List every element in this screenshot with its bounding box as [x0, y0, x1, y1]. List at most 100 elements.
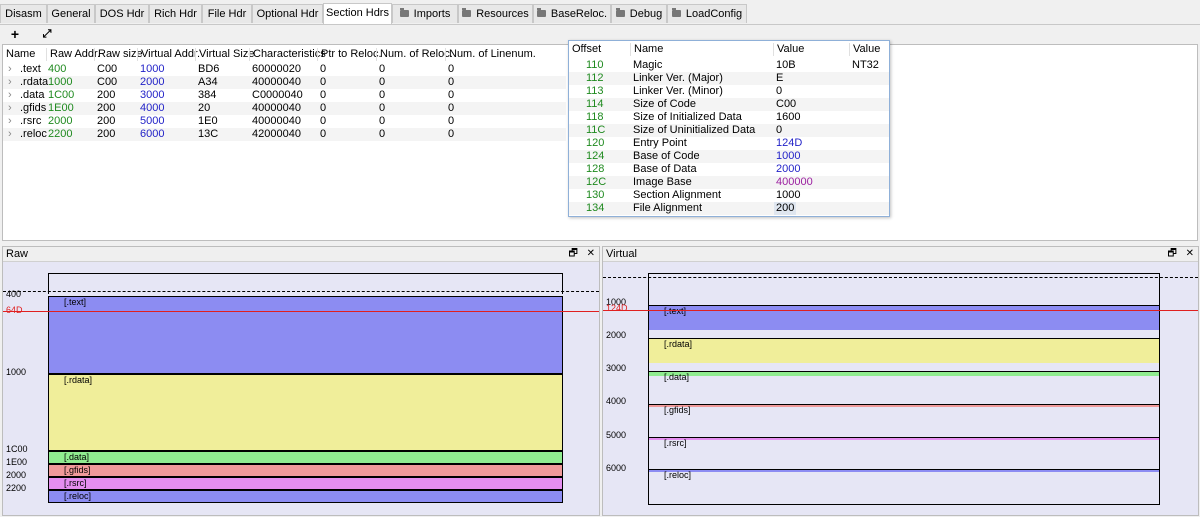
popup-value[interactable]: 0: [776, 124, 782, 137]
tab-optional-hdr[interactable]: Optional Hdr: [252, 4, 323, 23]
popup-row[interactable]: 120 Entry Point 124D: [569, 137, 889, 150]
col-header-virtual-addr[interactable]: Virtual Addr.: [137, 48, 200, 61]
popup-value[interactable]: 0: [776, 85, 782, 98]
table-row[interactable]: › .text 400 C00 1000 BD6 60000020 0 0 0: [3, 63, 566, 76]
raw-section-label: [.text]: [64, 297, 87, 307]
col-header-ptr-reloc[interactable]: Ptr to Reloc.: [317, 48, 382, 61]
tab-loadconfig[interactable]: LoadConfig: [667, 4, 747, 23]
virtual-section-block[interactable]: [.text]: [649, 305, 1159, 330]
col-header-virtual-size[interactable]: Virtual Size: [195, 48, 254, 61]
col-header-num-reloc[interactable]: Num. of Reloc.: [376, 48, 453, 61]
popup-value[interactable]: 1600: [776, 111, 800, 124]
expand-chevron-icon[interactable]: ›: [8, 115, 12, 128]
close-icon[interactable]: ✕: [1186, 248, 1194, 259]
restore-icon[interactable]: 🗗: [568, 248, 577, 259]
close-icon[interactable]: ✕: [587, 248, 595, 259]
tab-general[interactable]: General: [47, 4, 95, 23]
raw-section-block[interactable]: [.data]: [48, 451, 563, 464]
cell-virt-size: A34: [198, 76, 218, 88]
popup-value[interactable]: E: [776, 72, 783, 85]
raw-section-block[interactable]: [.rdata]: [48, 374, 563, 451]
popup-offset: 112: [586, 72, 604, 84]
popup-value[interactable]: 1000: [776, 189, 800, 202]
popup-row[interactable]: 113 Linker Ver. (Minor) 0: [569, 85, 889, 98]
tab-disasm[interactable]: Disasm: [0, 4, 47, 23]
tab-dos-hdr[interactable]: DOS Hdr: [95, 4, 149, 23]
popup-field-name: Linker Ver. (Major): [633, 72, 723, 84]
table-row[interactable]: › .gfids 1E00 200 4000 20 40000040 0 0 0: [3, 102, 566, 115]
popup-row[interactable]: 112 Linker Ver. (Major) E: [569, 72, 889, 85]
popup-row[interactable]: 130 Section Alignment 1000: [569, 189, 889, 202]
popup-row[interactable]: 114 Size of Code C00: [569, 98, 889, 111]
virtual-section-block[interactable]: [.data]: [649, 371, 1159, 382]
col-header-num-linenum[interactable]: Num. of Linenum.: [445, 48, 536, 61]
popup-row[interactable]: 124 Base of Code 1000: [569, 150, 889, 163]
tab-rich-hdr[interactable]: Rich Hdr: [149, 4, 202, 23]
popup-offset: 110: [586, 59, 604, 71]
col-header-characteristics[interactable]: Characteristics: [249, 48, 326, 61]
raw-section-block[interactable]: [.gfids]: [48, 464, 563, 477]
cell-ptr-reloc: 0: [320, 102, 327, 114]
raw-section-block[interactable]: [.text]: [48, 296, 563, 374]
popup-col-offset[interactable]: Offset: [569, 43, 601, 56]
restore-icon[interactable]: 🗗: [1167, 248, 1176, 259]
popup-value[interactable]: 2000: [776, 163, 800, 176]
virtual-section-label: [.text]: [664, 306, 687, 316]
add-button[interactable]: +: [7, 26, 23, 42]
popup-value[interactable]: 400000: [776, 176, 813, 189]
virtual-section-block[interactable]: [.gfids]: [649, 404, 1159, 415]
raw-axis-label: 1E00: [6, 457, 28, 467]
popup-row[interactable]: 12C Image Base 400000: [569, 176, 889, 189]
col-header-raw-size[interactable]: Raw size: [94, 48, 143, 61]
raw-section-label: [.gfids]: [64, 465, 91, 475]
col-header-name[interactable]: Name: [6, 48, 35, 61]
popup-row[interactable]: 118 Size of Initialized Data 1600: [569, 111, 889, 124]
cell-virt-addr: 4000: [140, 102, 165, 114]
tab-resources[interactable]: Resources: [458, 4, 533, 23]
popup-row[interactable]: 11C Size of Uninitialized Data 0: [569, 124, 889, 137]
popup-value2: NT32: [852, 59, 879, 71]
tab-imports[interactable]: Imports: [392, 4, 458, 23]
virtual-axis-label: 5000: [606, 430, 627, 440]
popup-row[interactable]: 110 Magic 10B NT32: [569, 59, 889, 72]
popup-value[interactable]: 124D: [776, 137, 802, 150]
virtual-section-block[interactable]: [.rdata]: [649, 338, 1159, 363]
popup-field-name: Base of Code: [633, 150, 700, 162]
tab-section-hdrs[interactable]: Section Hdrs: [323, 3, 392, 24]
virtual-section-block[interactable]: [.reloc]: [649, 469, 1159, 480]
raw-section-block[interactable]: [.reloc]: [48, 490, 563, 503]
folder-icon: [671, 8, 681, 17]
popup-body: 110 Magic 10B NT32 112 Linker Ver. (Major) E 11…: [569, 59, 889, 216]
tab-basereloc[interactable]: BaseReloc.: [533, 4, 611, 23]
expand-chevron-icon[interactable]: ›: [8, 76, 12, 89]
table-row[interactable]: › .rdata 1000 C00 2000 A34 40000040 0 0 0: [3, 76, 566, 89]
popup-value[interactable]: 200: [774, 202, 797, 215]
expand-chevron-icon[interactable]: ›: [8, 89, 12, 102]
popup-row[interactable]: 128 Base of Data 2000: [569, 163, 889, 176]
popup-col-value[interactable]: Value: [773, 43, 804, 56]
col-header-raw-addr[interactable]: Raw Addr.: [46, 48, 100, 61]
popup-row[interactable]: 134 File Alignment 200: [569, 202, 889, 215]
popup-value[interactable]: 1000: [776, 150, 800, 163]
popup-col-value2[interactable]: Value: [849, 43, 880, 56]
tab-debug[interactable]: Debug: [611, 4, 667, 23]
cell-virt-addr: 2000: [140, 76, 165, 88]
popup-col-name[interactable]: Name: [630, 43, 663, 56]
tab-file-hdr[interactable]: File Hdr: [202, 4, 252, 23]
popup-value[interactable]: C00: [776, 98, 796, 111]
popup-field-name: File Alignment: [633, 202, 703, 214]
expand-chevron-icon[interactable]: ›: [8, 63, 12, 76]
popup-value[interactable]: 10B: [776, 59, 796, 72]
table-row[interactable]: › .data 1C00 200 3000 384 C0000040 0 0 0: [3, 89, 566, 102]
expand-chevron-icon[interactable]: ›: [8, 102, 12, 115]
raw-section-block[interactable]: [.rsrc]: [48, 477, 563, 490]
cell-num-reloc: 0: [379, 89, 386, 101]
raw-panel-title-bar: Raw 🗗 ✕: [3, 247, 599, 262]
expand-chevron-icon[interactable]: ›: [8, 128, 12, 141]
table-row[interactable]: › .reloc 2200 200 6000 13C 42000040 0 0 0: [3, 128, 566, 141]
table-row[interactable]: › .rsrc 2000 200 5000 1E0 40000040 0 0 0: [3, 115, 566, 128]
expand-icon[interactable]: ⤢: [39, 26, 55, 42]
cell-ptr-reloc: 0: [320, 63, 327, 75]
popup-offset: 128: [586, 163, 605, 175]
virtual-section-block[interactable]: [.rsrc]: [649, 437, 1159, 448]
